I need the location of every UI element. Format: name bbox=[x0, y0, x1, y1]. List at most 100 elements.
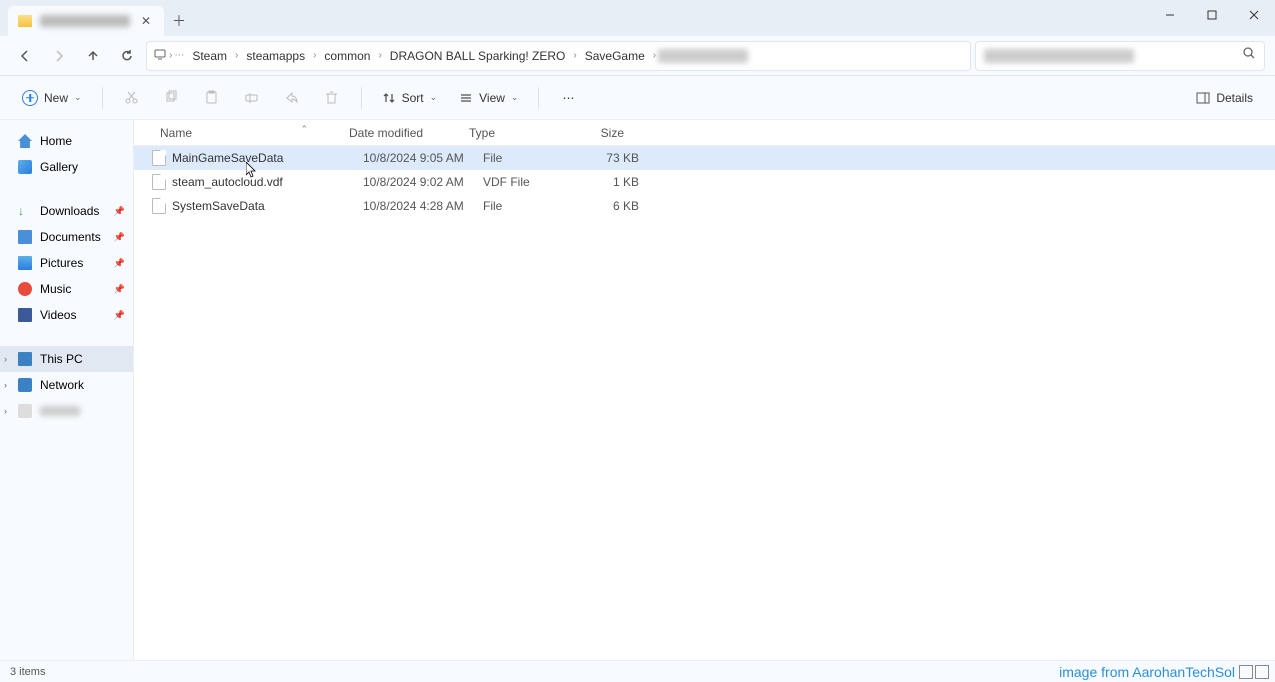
breadcrumb-path[interactable]: › ⋯ Steam› steamapps› common› DRAGON BAL… bbox=[146, 41, 971, 71]
sidebar-this-pc[interactable]: ›This PC bbox=[0, 346, 133, 372]
sidebar-gallery[interactable]: Gallery bbox=[0, 154, 133, 180]
drive-icon bbox=[18, 404, 32, 418]
sort-button[interactable]: Sort ⌄ bbox=[374, 83, 446, 113]
sidebar-pictures[interactable]: Pictures📌 bbox=[0, 250, 133, 276]
status-bar: 3 items image from AarohanTechSol bbox=[0, 660, 1275, 682]
new-label: New bbox=[44, 91, 68, 105]
maximize-button[interactable] bbox=[1191, 0, 1233, 30]
back-button[interactable] bbox=[10, 41, 40, 71]
thumbnail-view-toggle[interactable] bbox=[1255, 665, 1269, 679]
file-list: Name⌃ Date modified Type Size MainGameSa… bbox=[134, 120, 1275, 660]
column-name[interactable]: Name⌃ bbox=[134, 126, 349, 140]
chevron-right-icon[interactable]: › bbox=[4, 380, 7, 390]
file-date: 10/8/2024 9:02 AM bbox=[363, 175, 483, 189]
pin-icon: 📌 bbox=[114, 310, 125, 321]
search-placeholder-redacted bbox=[984, 49, 1134, 63]
chevron-down-icon: ⌄ bbox=[511, 92, 519, 103]
close-window-button[interactable] bbox=[1233, 0, 1275, 30]
column-type[interactable]: Type bbox=[469, 126, 569, 140]
view-label: View bbox=[479, 91, 505, 105]
chevron-down-icon: ⌄ bbox=[430, 92, 438, 103]
details-pane-button[interactable]: Details bbox=[1188, 83, 1261, 113]
copy-button[interactable] bbox=[155, 83, 189, 113]
crumb-steam[interactable]: Steam bbox=[186, 49, 233, 63]
sidebar-downloads[interactable]: ↓Downloads📌 bbox=[0, 198, 133, 224]
sidebar-videos[interactable]: Videos📌 bbox=[0, 302, 133, 328]
pc-icon bbox=[18, 352, 32, 366]
pin-icon: 📌 bbox=[114, 232, 125, 243]
details-view-toggle[interactable] bbox=[1239, 665, 1253, 679]
file-type: File bbox=[483, 151, 583, 165]
details-label: Details bbox=[1216, 91, 1253, 105]
column-date[interactable]: Date modified bbox=[349, 126, 469, 140]
music-icon bbox=[18, 282, 32, 296]
gallery-icon bbox=[18, 160, 32, 174]
address-bar: › ⋯ Steam› steamapps› common› DRAGON BAL… bbox=[0, 36, 1275, 76]
file-date: 10/8/2024 4:28 AM bbox=[363, 199, 483, 213]
home-icon bbox=[18, 134, 32, 148]
videos-icon bbox=[18, 308, 32, 322]
file-row[interactable]: SystemSaveData 10/8/2024 4:28 AM File 6 … bbox=[134, 194, 1275, 218]
new-tab-button[interactable]: ＋ bbox=[164, 6, 194, 36]
chevron-right-icon[interactable]: › bbox=[169, 50, 172, 61]
overflow-icon[interactable]: ⋯ bbox=[174, 50, 184, 61]
sidebar-documents[interactable]: Documents📌 bbox=[0, 224, 133, 250]
file-size: 6 KB bbox=[583, 199, 649, 213]
chevron-right-icon[interactable]: › bbox=[4, 406, 7, 416]
network-icon bbox=[18, 378, 32, 392]
file-name: SystemSaveData bbox=[172, 199, 363, 213]
view-button[interactable]: View ⌄ bbox=[451, 83, 526, 113]
file-size: 73 KB bbox=[583, 151, 649, 165]
crumb-common[interactable]: common bbox=[318, 49, 376, 63]
downloads-icon: ↓ bbox=[18, 204, 32, 218]
tab-title-redacted bbox=[40, 15, 130, 27]
crumb-steamapps[interactable]: steamapps bbox=[240, 49, 311, 63]
tab-close-icon[interactable]: ✕ bbox=[138, 14, 154, 28]
details-icon bbox=[1196, 91, 1210, 105]
pc-icon bbox=[153, 47, 167, 64]
navigation-pane: Home Gallery ↓Downloads📌Documents📌Pictur… bbox=[0, 120, 134, 660]
sidebar-item-redacted[interactable]: › bbox=[0, 398, 133, 424]
crumb-savegame[interactable]: SaveGame bbox=[579, 49, 651, 63]
sidebar-home[interactable]: Home bbox=[0, 128, 133, 154]
rename-button[interactable] bbox=[235, 83, 269, 113]
file-row[interactable]: steam_autocloud.vdf 10/8/2024 9:02 AM VD… bbox=[134, 170, 1275, 194]
search-icon bbox=[1242, 46, 1256, 65]
file-size: 1 KB bbox=[583, 175, 649, 189]
file-row[interactable]: MainGameSaveData 10/8/2024 9:05 AM File … bbox=[134, 146, 1275, 170]
toolbar: New ⌄ Sort ⌄ View ⌄ ⋯ Details bbox=[0, 76, 1275, 120]
refresh-button[interactable] bbox=[112, 41, 142, 71]
titlebar: ✕ ＋ bbox=[0, 0, 1275, 36]
minimize-button[interactable] bbox=[1149, 0, 1191, 30]
search-input[interactable] bbox=[975, 41, 1265, 71]
paste-button[interactable] bbox=[195, 83, 229, 113]
share-button[interactable] bbox=[275, 83, 309, 113]
view-icon bbox=[459, 91, 473, 105]
pin-icon: 📌 bbox=[114, 206, 125, 217]
crumb-redacted[interactable] bbox=[658, 49, 748, 63]
sort-label: Sort bbox=[402, 91, 424, 105]
folder-icon bbox=[18, 15, 32, 27]
up-button[interactable] bbox=[78, 41, 108, 71]
pin-icon: 📌 bbox=[114, 284, 125, 295]
file-type: File bbox=[483, 199, 583, 213]
delete-button[interactable] bbox=[315, 83, 349, 113]
column-size[interactable]: Size bbox=[569, 126, 635, 140]
file-name: steam_autocloud.vdf bbox=[172, 175, 363, 189]
chevron-right-icon[interactable]: › bbox=[4, 354, 7, 364]
new-button[interactable]: New ⌄ bbox=[14, 83, 90, 113]
documents-icon bbox=[18, 230, 32, 244]
forward-button[interactable] bbox=[44, 41, 74, 71]
file-icon bbox=[152, 150, 166, 166]
item-count: 3 items bbox=[10, 666, 45, 678]
sidebar-network[interactable]: ›Network bbox=[0, 372, 133, 398]
file-icon bbox=[152, 198, 166, 214]
window-tab[interactable]: ✕ bbox=[8, 6, 164, 36]
cut-button[interactable] bbox=[115, 83, 149, 113]
plus-circle-icon bbox=[22, 90, 38, 106]
more-button[interactable]: ⋯ bbox=[551, 83, 585, 113]
pin-icon: 📌 bbox=[114, 258, 125, 269]
crumb-game[interactable]: DRAGON BALL Sparking! ZERO bbox=[384, 49, 572, 63]
sidebar-music[interactable]: Music📌 bbox=[0, 276, 133, 302]
file-type: VDF File bbox=[483, 175, 583, 189]
